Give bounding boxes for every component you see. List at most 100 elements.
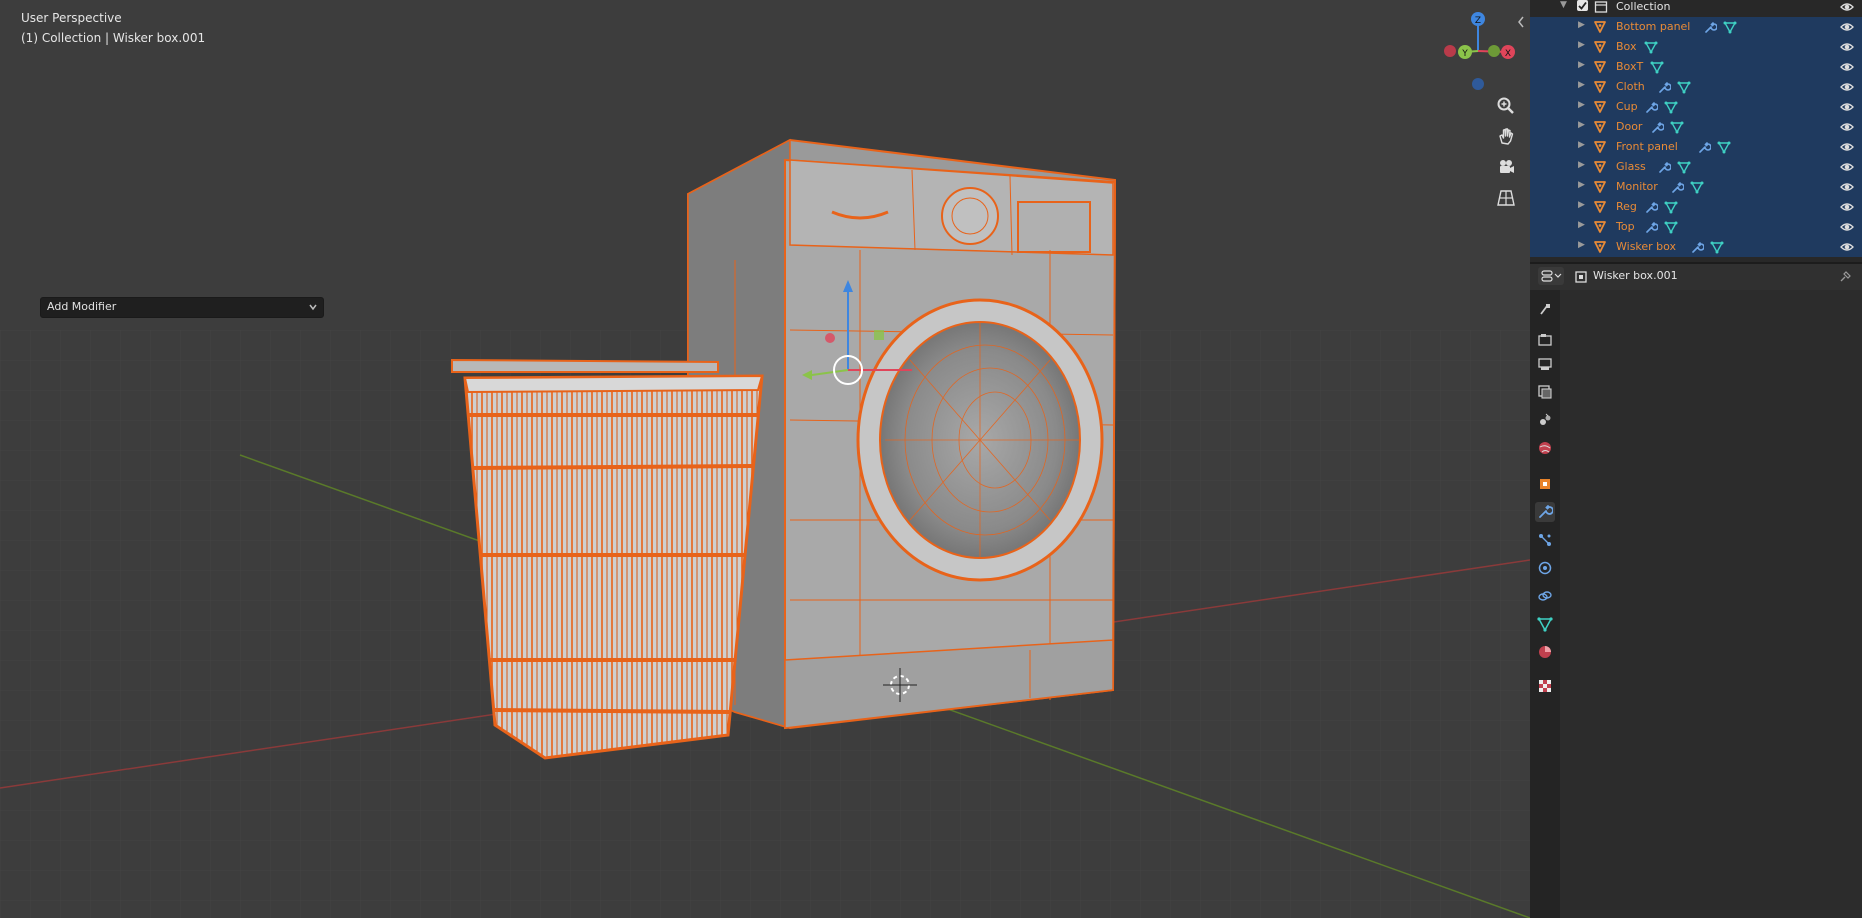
mesh-data-icon[interactable] <box>1723 20 1737 34</box>
modifier-wrench-icon[interactable] <box>1657 80 1672 94</box>
visibility-eye-icon[interactable] <box>1840 100 1854 114</box>
scene-icon[interactable] <box>1535 410 1555 430</box>
mesh-data-icon[interactable] <box>1677 80 1691 94</box>
sidebar-toggle-icon[interactable] <box>1514 12 1528 32</box>
collapse-triangle-icon[interactable]: ▼ <box>1560 0 1567 10</box>
modifier-wrench-icon[interactable] <box>1690 240 1705 254</box>
physics-icon[interactable] <box>1535 558 1555 578</box>
navigation-gizmo[interactable]: Z X Y <box>1444 12 1515 90</box>
editor-type-dropdown[interactable] <box>1538 267 1564 285</box>
mesh-object-icon <box>1593 60 1607 74</box>
mesh-data-icon[interactable] <box>1664 200 1678 214</box>
expand-triangle-icon[interactable]: ▶ <box>1578 220 1585 230</box>
expand-triangle-icon[interactable]: ▶ <box>1578 140 1585 150</box>
modifier-wrench-icon[interactable] <box>1703 20 1718 34</box>
output-icon[interactable] <box>1535 354 1555 374</box>
checkbox-icon[interactable] <box>1577 0 1588 11</box>
visibility-eye-icon[interactable] <box>1840 240 1854 254</box>
viewport-canvas[interactable]: Z X Y <box>0 0 1530 918</box>
mesh-data-icon[interactable] <box>1677 160 1691 174</box>
expand-triangle-icon[interactable]: ▶ <box>1578 100 1585 110</box>
outliner-item[interactable]: ▶ Door <box>1530 117 1862 137</box>
grid-ortho-icon[interactable] <box>1494 186 1518 210</box>
outliner-item[interactable]: ▶ Cup <box>1530 97 1862 117</box>
texture-icon[interactable] <box>1535 676 1555 696</box>
expand-triangle-icon[interactable]: ▶ <box>1578 80 1585 90</box>
modifier-wrench-icon[interactable] <box>1697 140 1712 154</box>
render-icon[interactable] <box>1535 330 1555 350</box>
expand-triangle-icon[interactable]: ▶ <box>1578 40 1585 50</box>
visibility-eye-icon[interactable] <box>1840 80 1854 94</box>
visibility-eye-icon[interactable] <box>1840 120 1854 134</box>
mesh-object-icon <box>1593 80 1607 94</box>
mesh-data-icon[interactable] <box>1670 120 1684 134</box>
properties-object-name: Wisker box.001 <box>1593 269 1678 282</box>
visibility-eye-icon[interactable] <box>1840 200 1854 214</box>
mesh-data-icon[interactable] <box>1717 140 1731 154</box>
outliner-item[interactable]: ▶ Cloth <box>1530 77 1862 97</box>
outliner-item[interactable]: ▶ Wisker box <box>1530 237 1862 257</box>
visibility-eye-icon[interactable] <box>1840 140 1854 154</box>
outliner-collection-row[interactable]: ▼ Collection <box>1530 0 1862 17</box>
outliner-panel[interactable]: ▼ Collection ▶ Bottom panel ▶ Box ▶ BoxT ▶ Clot… <box>1530 0 1862 264</box>
outliner-item[interactable]: ▶ Glass <box>1530 157 1862 177</box>
gizmo-y-label: Y <box>1461 49 1468 59</box>
mesh-object-icon <box>1593 120 1607 134</box>
hand-pan-icon[interactable] <box>1494 124 1518 148</box>
data-icon[interactable] <box>1535 614 1555 634</box>
mesh-data-icon[interactable] <box>1650 60 1664 74</box>
outliner-item[interactable]: ▶ Bottom panel <box>1530 17 1862 37</box>
expand-triangle-icon[interactable]: ▶ <box>1578 180 1585 190</box>
visibility-eye-icon[interactable] <box>1840 60 1854 74</box>
visibility-eye-icon[interactable] <box>1840 20 1854 34</box>
mesh-object-icon <box>1593 200 1607 214</box>
modifier-icon[interactable] <box>1535 502 1555 522</box>
modifier-wrench-icon[interactable] <box>1657 160 1672 174</box>
constraints-icon[interactable] <box>1535 586 1555 606</box>
modifier-wrench-icon[interactable] <box>1670 180 1685 194</box>
camera-icon[interactable] <box>1494 155 1518 179</box>
modifier-wrench-icon[interactable] <box>1644 220 1659 234</box>
expand-triangle-icon[interactable]: ▶ <box>1578 20 1585 30</box>
world-icon[interactable] <box>1535 438 1555 458</box>
material-icon[interactable] <box>1535 642 1555 662</box>
expand-triangle-icon[interactable]: ▶ <box>1578 60 1585 70</box>
mesh-data-icon[interactable] <box>1690 180 1704 194</box>
properties-tab-bar <box>1530 290 1560 918</box>
3d-viewport[interactable]: Z X Y User Perspective (1) Collection | … <box>0 0 1530 918</box>
visibility-eye-icon[interactable] <box>1840 40 1854 54</box>
expand-triangle-icon[interactable]: ▶ <box>1578 160 1585 170</box>
tool-icon[interactable] <box>1535 300 1555 320</box>
visibility-eye-icon[interactable] <box>1840 160 1854 174</box>
expand-triangle-icon[interactable]: ▶ <box>1578 200 1585 210</box>
outliner-item[interactable]: ▶ Reg <box>1530 197 1862 217</box>
outliner-item[interactable]: ▶ Top <box>1530 217 1862 237</box>
outliner-item-label: Glass <box>1616 160 1646 173</box>
outliner-item[interactable]: ▶ Monitor <box>1530 177 1862 197</box>
pin-icon[interactable] <box>1838 269 1852 283</box>
laundry-basket-mesh[interactable] <box>451 358 764 760</box>
modifier-wrench-icon[interactable] <box>1644 100 1659 114</box>
outliner-item-label: Bottom panel <box>1616 20 1691 33</box>
view-layer-icon[interactable] <box>1535 382 1555 402</box>
visibility-eye-icon[interactable] <box>1840 0 1854 14</box>
visibility-eye-icon[interactable] <box>1840 220 1854 234</box>
mesh-object-icon <box>1593 220 1607 234</box>
modifier-wrench-icon[interactable] <box>1650 120 1666 134</box>
particles-icon[interactable] <box>1535 530 1555 550</box>
visibility-eye-icon[interactable] <box>1840 180 1854 194</box>
zoom-icon[interactable] <box>1494 94 1518 118</box>
add-modifier-dropdown[interactable]: Add Modifier <box>40 297 324 318</box>
mesh-data-icon[interactable] <box>1710 240 1724 254</box>
mesh-data-icon[interactable] <box>1644 40 1658 54</box>
expand-triangle-icon[interactable]: ▶ <box>1578 120 1585 130</box>
outliner-item-label: Monitor <box>1616 180 1658 193</box>
object-icon[interactable] <box>1535 474 1555 494</box>
mesh-data-icon[interactable] <box>1664 100 1678 114</box>
modifier-wrench-icon[interactable] <box>1644 200 1659 214</box>
expand-triangle-icon[interactable]: ▶ <box>1578 240 1585 250</box>
outliner-item[interactable]: ▶ BoxT <box>1530 57 1862 77</box>
outliner-item[interactable]: ▶ Box <box>1530 37 1862 57</box>
mesh-data-icon[interactable] <box>1664 220 1678 234</box>
outliner-item[interactable]: ▶ Front panel <box>1530 137 1862 157</box>
